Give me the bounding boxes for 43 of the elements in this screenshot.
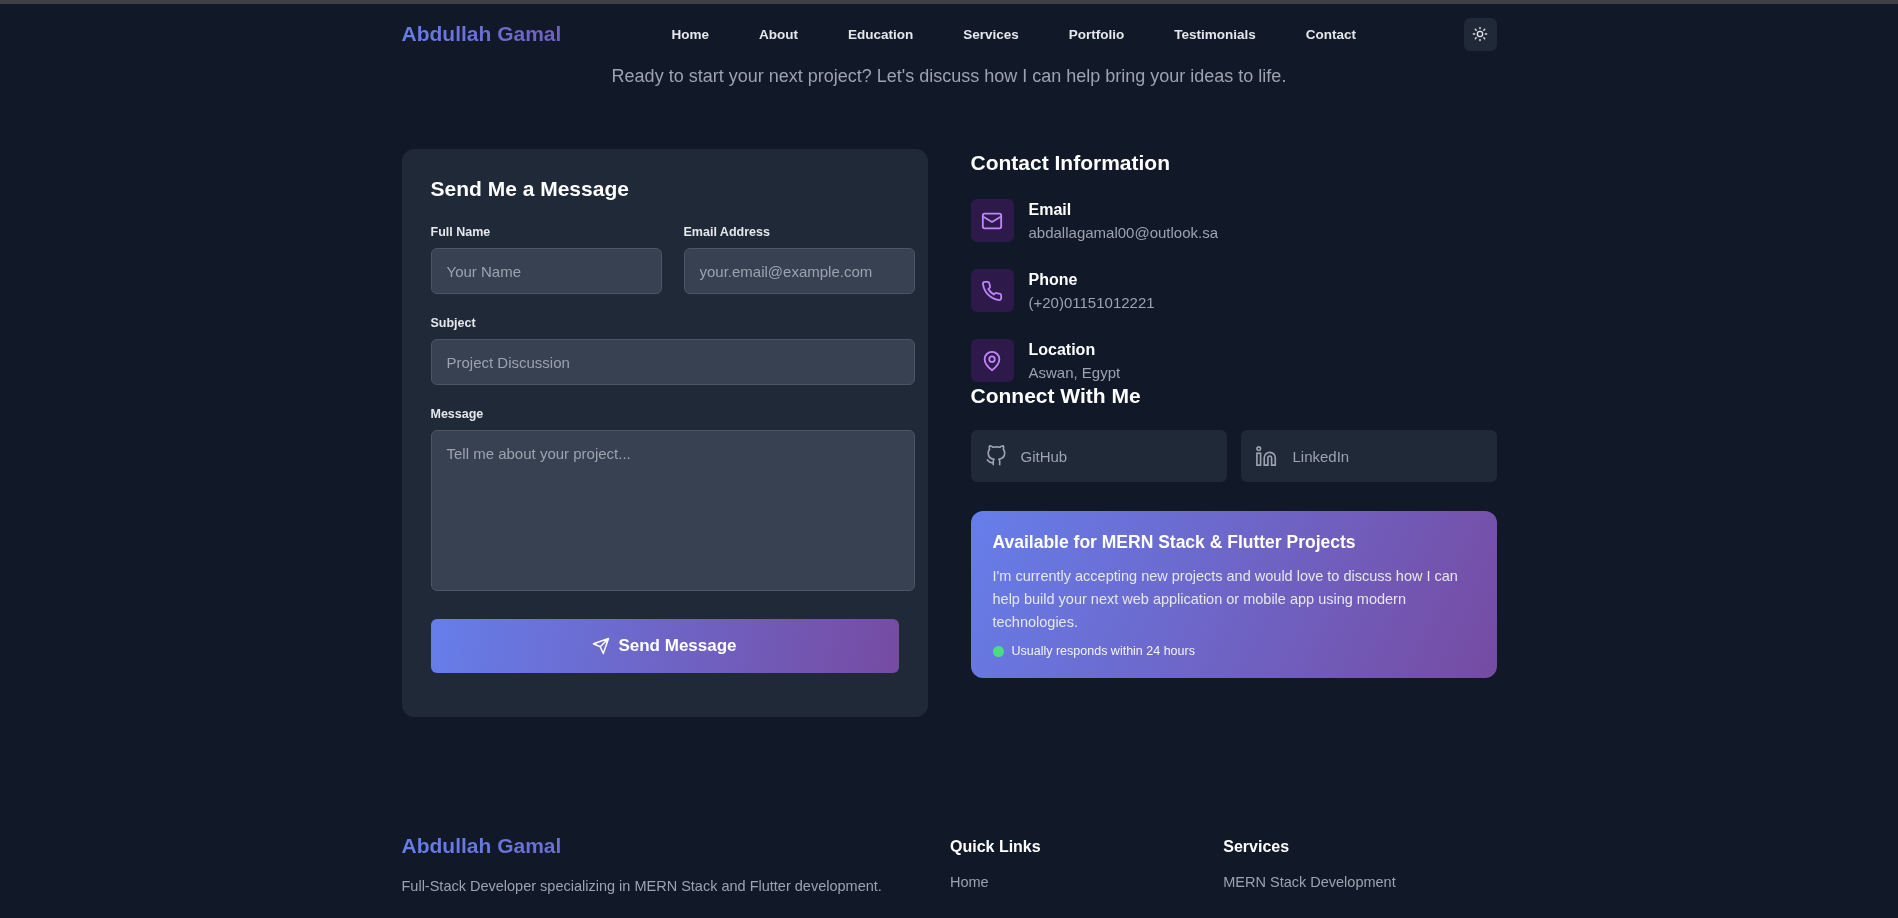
sun-icon <box>1472 26 1488 42</box>
input-field[interactable]: Your Name <box>430 248 662 294</box>
contact-title: Contact Information <box>970 151 1171 175</box>
input-field[interactable]: Project Discussion <box>430 339 915 385</box>
contact-label: Email <box>1028 200 1073 219</box>
contact-value: abdallagamal00@outlook.sa <box>1028 223 1219 241</box>
nav-link[interactable]: Education <box>848 26 914 42</box>
phone-icon <box>981 279 1003 302</box>
nav-link[interactable]: About <box>759 26 798 42</box>
contact-value: Aswan, Egypt <box>1028 363 1121 381</box>
field-label: Email Address <box>683 225 771 239</box>
contact-label: Location <box>1028 340 1097 359</box>
paper-plane-icon <box>592 637 611 655</box>
field-label: Full Name <box>430 225 492 239</box>
footer-description: Full-Stack Developer specializing in MERN Stack and Flutter development. <box>401 878 883 894</box>
footer-heading: Quick Links <box>949 837 1042 856</box>
linkedin-icon <box>1254 445 1279 467</box>
form-title: Send Me a Message <box>430 177 630 201</box>
social-link[interactable]: GitHub <box>970 430 1227 482</box>
nav-link[interactable]: Home <box>671 26 709 42</box>
footer-link[interactable]: MERN Stack Development <box>1223 874 1497 890</box>
contact-value: (+20)01151012221 <box>1028 293 1155 311</box>
intro-text: Ready to start your next project? Let's discuss how I can help bring your ideas to life. <box>610 65 1288 88</box>
nav-link[interactable]: Portfolio <box>1068 26 1125 42</box>
map-pin-icon <box>981 349 1003 372</box>
footer-heading: Services <box>1223 837 1291 856</box>
social-link[interactable]: LinkedIn <box>1240 430 1497 482</box>
field-label: Subject <box>430 316 477 330</box>
message-field[interactable]: Tell me about your project... <box>430 430 915 591</box>
theme-toggle-button[interactable] <box>1463 17 1497 51</box>
nav-link[interactable]: Services <box>963 26 1019 42</box>
availability-text: I'm currently accepting new projects and would love to discuss how I can help build your next web application or mobile app using modern technologies. <box>992 567 1459 632</box>
send-message-button[interactable]: Send Message <box>430 619 899 673</box>
input-field[interactable]: your.email@example.com <box>683 248 915 294</box>
availability-title: Available for MERN Stack & Flutter Projects <box>992 532 1357 553</box>
contact-label: Phone <box>1028 270 1079 289</box>
status-text: Usually responds within 24 hours <box>1011 644 1195 658</box>
footer-link[interactable]: Home <box>949 874 1224 890</box>
nav-link[interactable]: Testimonials <box>1174 26 1256 42</box>
github-icon <box>984 445 1007 467</box>
nav-link[interactable]: Contact <box>1305 26 1357 42</box>
field-label: Message <box>430 407 485 421</box>
connect-title: Connect With Me <box>970 384 1142 408</box>
